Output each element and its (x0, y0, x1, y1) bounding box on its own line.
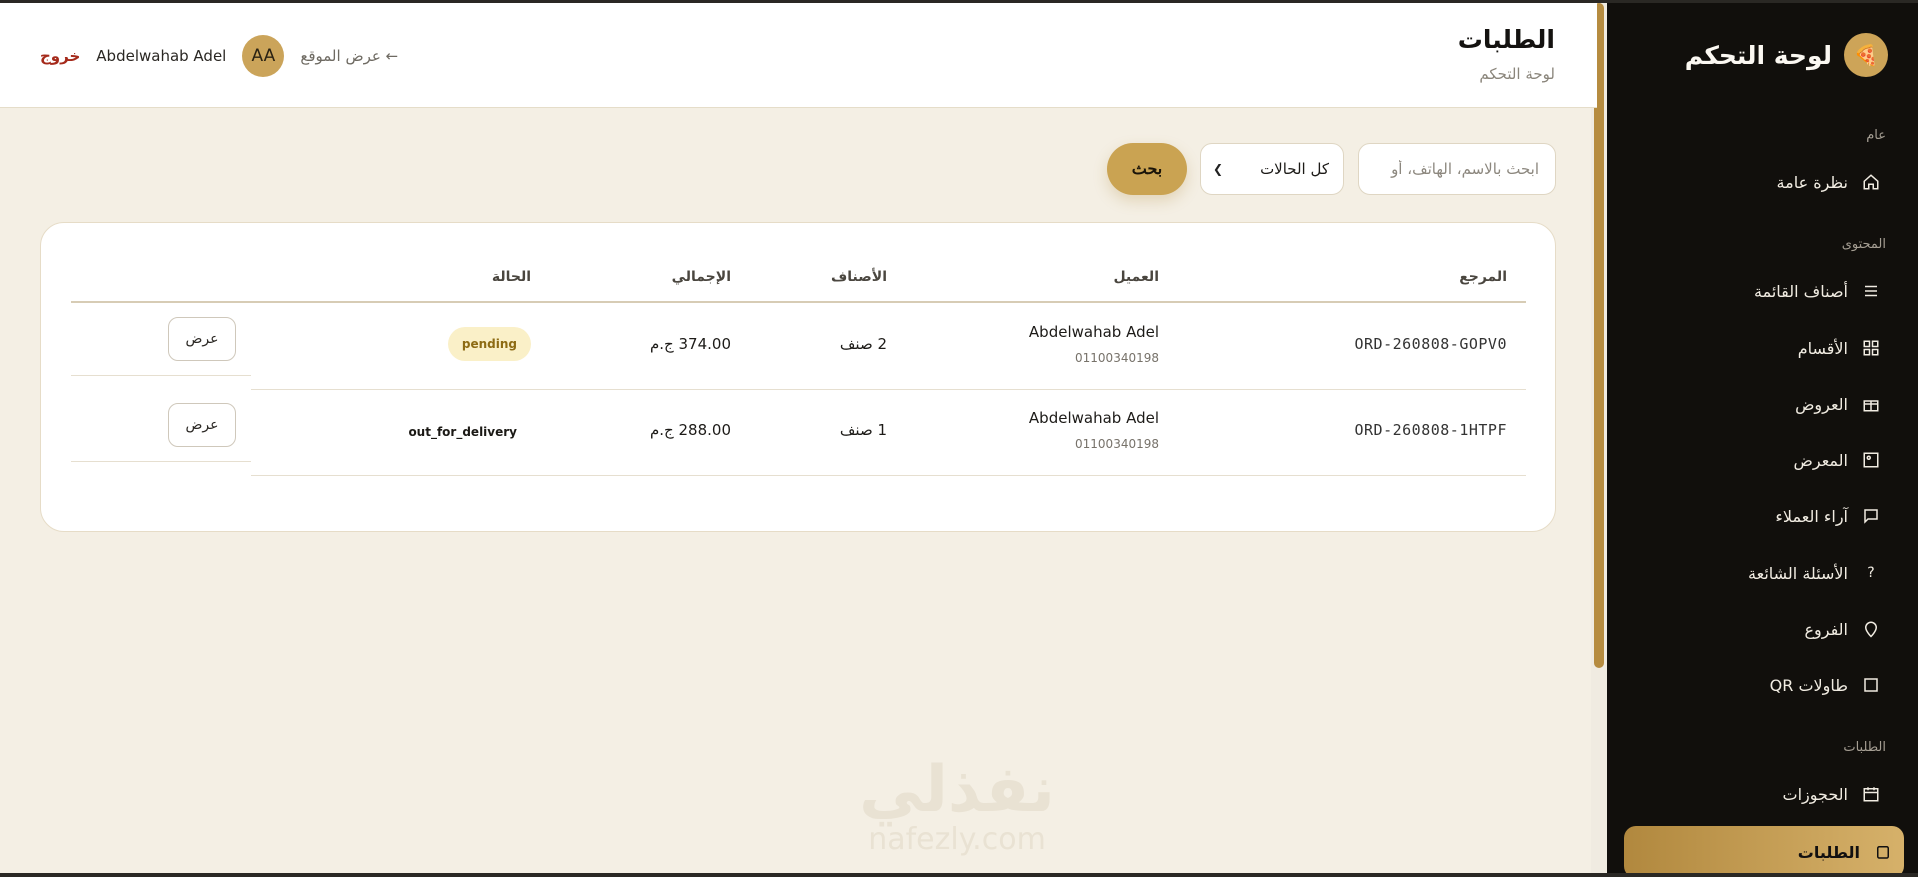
sidebar-item-gallery[interactable]: المعرض (1637, 438, 1892, 482)
view-order-button[interactable]: عرض (168, 317, 236, 361)
brand-title: لوحة التحكم (1684, 40, 1832, 70)
image-icon (1860, 449, 1882, 471)
watermark-latin: nafezly.com (868, 822, 1046, 857)
sidebar-item-categories[interactable]: الأقسام (1637, 326, 1892, 370)
watermark-arabic: نفذلي (859, 753, 1055, 827)
row-divider (251, 475, 1526, 476)
search-input[interactable] (1358, 143, 1556, 195)
column-header-total: الإجمالي (671, 269, 731, 285)
order-total: 374.00 ج.م (649, 335, 731, 353)
sidebar-item-label: الطلبات (1797, 842, 1860, 862)
status-filter-value: كل الحالات (1260, 160, 1329, 178)
status-filter-select[interactable]: كل الحالات ❯ (1200, 143, 1344, 195)
window-top-border (0, 0, 1918, 3)
sidebar-item-label: العروض (1795, 394, 1848, 414)
sidebar-item-reviews[interactable]: آراء العملاء (1637, 494, 1892, 538)
sidebar-item-branches[interactable]: الفروع (1637, 607, 1892, 651)
sidebar-item-label: المعرض (1793, 450, 1848, 470)
window-bottom-border (0, 873, 1918, 877)
square-icon (1860, 674, 1882, 696)
sidebar-item-offers[interactable]: العروض (1637, 382, 1892, 426)
header-user-area: خروج Abdelwahab Adel AA ← عرض الموقع (40, 35, 398, 77)
column-header-customer: العميل (1113, 269, 1159, 285)
column-header-status: الحالة (491, 269, 531, 285)
customer-phone: 01100340198 (1075, 437, 1159, 451)
page-header: الطلبات لوحة التحكم خروج Abdelwahab Adel… (0, 3, 1597, 108)
section-label-orders: الطلبات (1843, 740, 1886, 755)
items-count: 1 صنف (839, 421, 887, 439)
sidebar-item-label: الأقسام (1797, 338, 1848, 358)
items-count: 2 صنف (839, 335, 887, 353)
watermark: نفذلي nafezly.com (852, 758, 1062, 877)
sidebar-item-orders[interactable]: الطلبات (1624, 826, 1904, 877)
row-divider (251, 389, 1526, 390)
view-site-link[interactable]: ← عرض الموقع (300, 47, 398, 65)
list-icon (1860, 280, 1882, 302)
customer-name: Abdelwahab Adel (1028, 323, 1159, 341)
order-reference: ORD-260808-1HTPF (1354, 421, 1507, 439)
order-total: 288.00 ج.م (649, 421, 731, 439)
orders-table-card: المرجع العميل الأصناف الإجمالي الحالة OR… (40, 222, 1556, 532)
logout-link[interactable]: خروج (40, 47, 80, 65)
sidebar-brand[interactable]: 🍕 لوحة التحكم (1685, 33, 1888, 77)
status-text: out_for_delivery (408, 425, 517, 439)
home-icon (1860, 171, 1882, 193)
location-pin-icon (1860, 618, 1882, 640)
search-button[interactable]: بحث (1107, 143, 1187, 195)
sidebar-item-label: نظرة عامة (1776, 172, 1848, 192)
sidebar-item-qr-tables[interactable]: طاولات QR (1637, 663, 1892, 707)
view-order-button[interactable]: عرض (168, 403, 236, 447)
row-divider (71, 375, 251, 376)
chevron-down-icon: ❯ (1213, 162, 1224, 176)
sidebar-item-menu-items[interactable]: أصناف القائمة (1637, 269, 1892, 313)
grid-icon (1860, 337, 1882, 359)
section-label-content: المحتوى (1841, 237, 1886, 252)
question-icon: ? (1867, 565, 1875, 581)
order-reference: ORD-260808-GOPV0 (1354, 335, 1507, 353)
sidebar-item-label: آراء العملاء (1775, 506, 1848, 526)
sidebar-item-reservations[interactable]: الحجوزات (1637, 772, 1892, 816)
bag-icon (1872, 841, 1894, 863)
table-header-divider (71, 301, 1526, 303)
row-divider (71, 461, 251, 462)
status-badge: pending (447, 327, 531, 361)
customer-phone: 01100340198 (1075, 351, 1159, 365)
sidebar-item-label: الحجوزات (1782, 784, 1848, 804)
customer-name: Abdelwahab Adel (1028, 409, 1159, 427)
sidebar-item-label: طاولات QR (1769, 675, 1848, 695)
user-name: Abdelwahab Adel (96, 47, 227, 65)
sidebar-item-label: الفروع (1804, 619, 1848, 639)
calendar-icon (1860, 783, 1882, 805)
gift-icon (1860, 393, 1882, 415)
avatar[interactable]: AA (242, 35, 285, 77)
sidebar: 🍕 لوحة التحكم عام نظرة عامة المحتوى أصنا… (1607, 0, 1918, 877)
page-title: الطلبات (1457, 25, 1555, 54)
column-header-items: الأصناف (831, 269, 887, 285)
sidebar-item-label: أصناف القائمة (1754, 281, 1848, 301)
breadcrumb: لوحة التحكم (1479, 65, 1555, 83)
chat-icon (1860, 505, 1882, 527)
sidebar-item-overview[interactable]: نظرة عامة (1637, 160, 1892, 204)
sidebar-item-label: الأسئلة الشائعة (1748, 563, 1848, 583)
pizza-logo-icon: 🍕 (1844, 33, 1888, 77)
section-label-general: عام (1866, 128, 1886, 143)
sidebar-item-faq[interactable]: ? الأسئلة الشائعة (1637, 551, 1892, 595)
column-header-reference: المرجع (1459, 269, 1507, 285)
